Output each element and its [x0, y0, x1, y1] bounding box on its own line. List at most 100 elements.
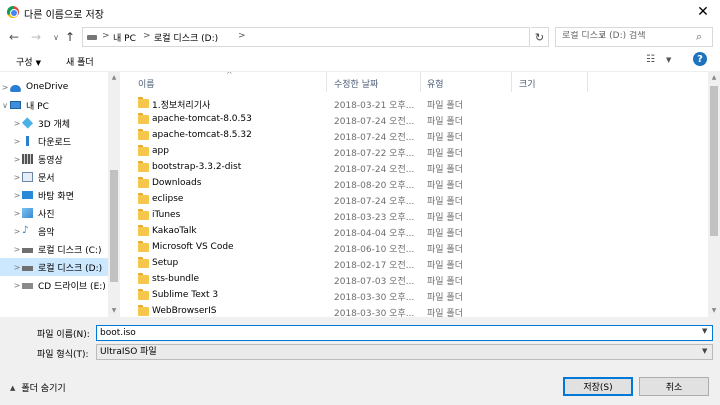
nav-scrollbar-thumb[interactable] [110, 170, 118, 282]
search-icon[interactable]: ⌕ [696, 30, 702, 44]
column-divider[interactable] [326, 72, 327, 92]
drive-icon [87, 35, 97, 40]
chevron-right-icon[interactable]: > [12, 155, 22, 164]
search-input[interactable] [562, 31, 682, 41]
caret-down-icon[interactable]: ▼ [666, 56, 671, 64]
close-button[interactable]: ✕ [686, 0, 720, 24]
chevron-right-icon[interactable]: > [12, 191, 22, 200]
column-divider[interactable] [511, 72, 512, 92]
file-date: 2018-07-22 오후... [334, 149, 415, 159]
file-date: 2018-03-21 오후... [334, 101, 415, 111]
file-name: 1.정보처리기사 [152, 101, 211, 111]
view-options-icon[interactable]: ☷ [646, 54, 655, 65]
breadcrumb-separator[interactable]: > [238, 31, 246, 41]
chevron-down-icon[interactable]: ∨ [0, 101, 10, 110]
nav-item[interactable]: ∨ 내 PC [0, 96, 108, 114]
folder-icon [138, 225, 149, 236]
nav-item[interactable]: > 바탕 화면 [0, 186, 108, 204]
address-bar[interactable]: > 내 PC > 로컬 디스크 (D:) > ∨ [82, 27, 605, 47]
up-arrow-icon[interactable]: ↑ [62, 28, 78, 46]
column-header-size[interactable]: 크기 [519, 77, 536, 90]
column-header-type[interactable]: 유형 [427, 77, 444, 90]
hide-folders-button[interactable]: ▲ 폴더 숨기기 [10, 381, 66, 395]
nav-item[interactable]: > 사진 [0, 204, 108, 222]
chevron-down-icon[interactable]: ▼ [702, 347, 707, 355]
nav-item[interactable]: >3D 개체 [0, 114, 108, 132]
nav-item[interactable]: > OneDrive [0, 78, 108, 96]
column-divider[interactable] [587, 72, 588, 92]
file-row[interactable]: app 2018-07-22 오후... 파일 폴더 [122, 144, 522, 160]
breadcrumb-separator[interactable]: > [102, 31, 110, 41]
nav-item[interactable]: > 문서 [0, 168, 108, 186]
file-row[interactable]: bootstrap-3.3.2-dist 2018-07-24 오전... 파일 폴… [122, 160, 522, 176]
column-header-name[interactable]: 이름 [138, 77, 155, 90]
cancel-button[interactable]: 취소 [639, 377, 709, 396]
file-name: eclipse [152, 194, 184, 204]
chrome-icon [7, 6, 19, 18]
file-row[interactable]: KakaoTalk 2018-04-04 오후... 파일 폴더 [122, 224, 522, 240]
folder-icon [138, 113, 149, 124]
back-arrow-icon[interactable]: ← [6, 28, 22, 46]
refresh-icon[interactable]: ↻ [531, 27, 549, 47]
file-name: bootstrap-3.3.2-dist [152, 162, 242, 172]
filename-input[interactable] [96, 325, 713, 341]
file-row[interactable]: Microsoft VS Code 2018-06-10 오전... 파일 폴더 [122, 240, 522, 256]
chevron-right-icon[interactable]: > [12, 119, 22, 128]
scroll-down-icon[interactable]: ▼ [108, 305, 120, 317]
filetype-select[interactable]: UltraISO 파일 [96, 344, 713, 360]
search-box[interactable]: ⌕ [555, 27, 713, 47]
nav-item[interactable]: > 로컬 디스크 (C:) [0, 240, 108, 258]
file-date: 2018-02-17 오전... [334, 261, 415, 271]
chevron-right-icon[interactable]: > [12, 281, 22, 290]
file-row[interactable]: Downloads 2018-08-20 오후... 파일 폴더 [122, 176, 522, 192]
nav-item[interactable]: > ♪ 음악 [0, 222, 108, 240]
file-row[interactable]: 1.정보처리기사 2018-03-21 오후... 파일 폴더 [122, 96, 522, 112]
file-row[interactable]: eclipse 2018-07-24 오후... 파일 폴더 [122, 192, 522, 208]
file-row[interactable]: Setup 2018-02-17 오전... 파일 폴더 [122, 256, 522, 272]
chevron-right-icon[interactable]: > [12, 209, 22, 218]
chevron-right-icon[interactable]: > [12, 263, 22, 272]
file-date: 2018-08-20 오후... [334, 181, 415, 191]
file-row[interactable]: iTunes 2018-03-23 오후... 파일 폴더 [122, 208, 522, 224]
nav-item[interactable]: > 다운로드 [0, 132, 108, 150]
nav-item[interactable]: > 동영상 [0, 150, 108, 168]
chevron-right-icon[interactable]: > [12, 245, 22, 254]
nav-item-label: 3D 개체 [38, 119, 71, 130]
file-row[interactable]: apache-tomcat-8.5.32 2018-07-24 오전... 파일 폴… [122, 128, 522, 144]
nav-item[interactable]: > CD 드라이브 (E:) [0, 276, 108, 294]
breadcrumb-this-pc[interactable]: 내 PC [113, 31, 136, 44]
scroll-up-icon[interactable]: ▲ [708, 72, 720, 84]
organize-button[interactable]: 구성 ▼ [16, 55, 41, 68]
scroll-down-icon[interactable]: ▼ [708, 305, 720, 317]
save-button[interactable]: 저장(S) [563, 377, 633, 396]
file-row[interactable]: WebBrowserIS 2018-03-30 오후... 파일 폴더 [122, 304, 522, 317]
chevron-right-icon[interactable]: > [12, 137, 22, 146]
file-list-scrollbar-thumb[interactable] [710, 86, 718, 236]
nav-item[interactable]: > 로컬 디스크 (D:) [0, 258, 108, 276]
folder-icon [138, 257, 149, 268]
title-bar: 다른 이름으로 저장 ✕ [0, 0, 720, 24]
chevron-right-icon[interactable]: > [0, 83, 10, 92]
forward-arrow-icon[interactable]: → [28, 28, 44, 46]
chevron-right-icon[interactable]: > [12, 173, 22, 182]
file-name: Downloads [152, 178, 202, 188]
file-date: 2018-07-24 오후... [334, 197, 415, 207]
chevron-up-icon: ▲ [10, 383, 16, 392]
column-header-date[interactable]: 수정한 날짜 [334, 77, 378, 90]
file-row[interactable]: apache-tomcat-8.0.53 2018-07-24 오전... 파일 폴… [122, 112, 522, 128]
scroll-up-icon[interactable]: ▲ [108, 72, 120, 84]
chevron-down-icon[interactable]: ▼ [702, 327, 707, 335]
pictures-icon [22, 208, 33, 218]
folder-icon [138, 129, 149, 140]
column-divider[interactable] [420, 72, 421, 92]
new-folder-button[interactable]: 새 폴더 [66, 55, 94, 68]
file-row[interactable]: sts-bundle 2018-07-03 오전... 파일 폴더 [122, 272, 522, 288]
nav-item-label: 바탕 화면 [38, 191, 74, 202]
file-date: 2018-03-30 오후... [334, 293, 415, 303]
chevron-right-icon[interactable]: > [12, 227, 22, 236]
help-button[interactable]: ? [693, 52, 707, 66]
breadcrumb-local-disk-d[interactable]: 로컬 디스크 (D:) [154, 31, 218, 44]
breadcrumb-separator[interactable]: > [143, 31, 151, 41]
file-row[interactable]: Sublime Text 3 2018-03-30 오후... 파일 폴더 [122, 288, 522, 304]
file-date: 2018-07-24 오전... [334, 133, 415, 143]
